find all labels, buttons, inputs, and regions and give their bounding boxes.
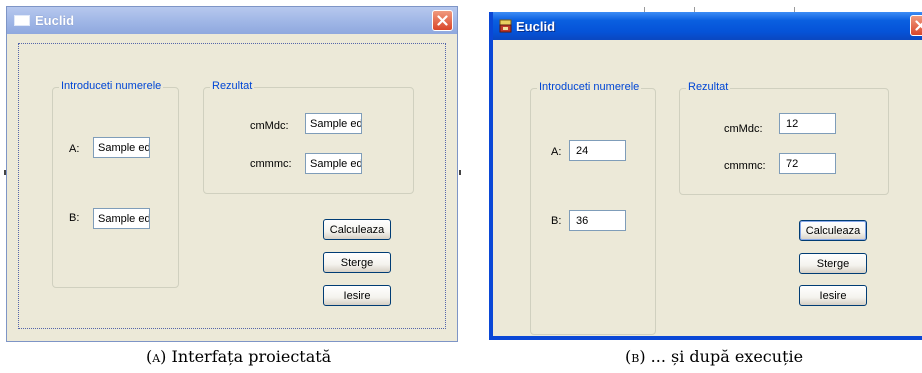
- label-cmmdc: cmMdc:: [250, 120, 289, 132]
- input-a[interactable]: 24: [569, 140, 626, 161]
- app-icon: [499, 19, 512, 33]
- clear-button[interactable]: Sterge: [323, 252, 391, 273]
- label-cmmdc: cmMdc:: [724, 123, 763, 135]
- caption-a-text: Interfața proiectată: [166, 347, 332, 366]
- window-title: Euclid: [516, 18, 556, 34]
- clear-button[interactable]: Sterge: [799, 253, 867, 274]
- edge-mark-right: [459, 170, 461, 175]
- label-cmmmc: cmmmc:: [724, 160, 766, 172]
- input-b[interactable]: 36: [569, 210, 626, 231]
- caption-a: (a) Interfața proiectată: [146, 347, 331, 366]
- group-result-legend: Rezultat: [686, 81, 731, 93]
- caption-b-text: ... și după execuție: [645, 347, 804, 366]
- titlebar[interactable]: Euclid: [7, 7, 457, 34]
- group-result-legend: Rezultat: [210, 80, 255, 92]
- group-numbers: Introduceti numerele: [52, 80, 179, 288]
- close-button[interactable]: [432, 10, 453, 31]
- caption-b: (b) ... și după execuție: [625, 347, 803, 366]
- window-designer: Euclid Introduceti numerele A: Sample ed…: [6, 6, 458, 342]
- window-icon: [14, 15, 30, 26]
- input-b[interactable]: Sample ed: [93, 208, 150, 229]
- window-running: Euclid Introduceti numerele A: 24 B: 36 …: [489, 12, 922, 340]
- calculate-button[interactable]: Calculeaza: [323, 219, 391, 240]
- background-window-strip: [489, 0, 922, 12]
- window-title: Euclid: [35, 13, 75, 28]
- output-cmmdc[interactable]: Sample ed: [305, 113, 362, 134]
- group-numbers-legend: Introduceti numerele: [537, 81, 642, 93]
- output-cmmmc[interactable]: 72: [779, 153, 836, 174]
- exit-button[interactable]: Iesire: [323, 285, 391, 306]
- titlebar[interactable]: Euclid: [493, 12, 922, 40]
- close-icon: [915, 20, 922, 31]
- label-cmmmc: cmmmc:: [250, 158, 292, 170]
- label-b: B:: [69, 212, 80, 224]
- group-numbers-legend: Introduceti numerele: [59, 80, 164, 92]
- input-a[interactable]: Sample ed: [93, 137, 150, 158]
- close-icon: [437, 15, 448, 26]
- close-button[interactable]: [910, 15, 922, 36]
- caption-b-marker: (b): [625, 347, 646, 366]
- group-result: Rezultat: [203, 80, 414, 194]
- group-result: Rezultat: [679, 81, 889, 195]
- output-cmmmc[interactable]: Sample ed: [305, 153, 362, 174]
- caption-a-marker: (a): [146, 347, 167, 366]
- exit-button[interactable]: Iesire: [799, 285, 867, 306]
- calculate-button[interactable]: Calculeaza: [799, 220, 867, 241]
- output-cmmdc[interactable]: 12: [779, 113, 836, 134]
- label-a: A:: [69, 143, 80, 155]
- label-b: B:: [551, 215, 562, 227]
- label-a: A:: [551, 146, 562, 158]
